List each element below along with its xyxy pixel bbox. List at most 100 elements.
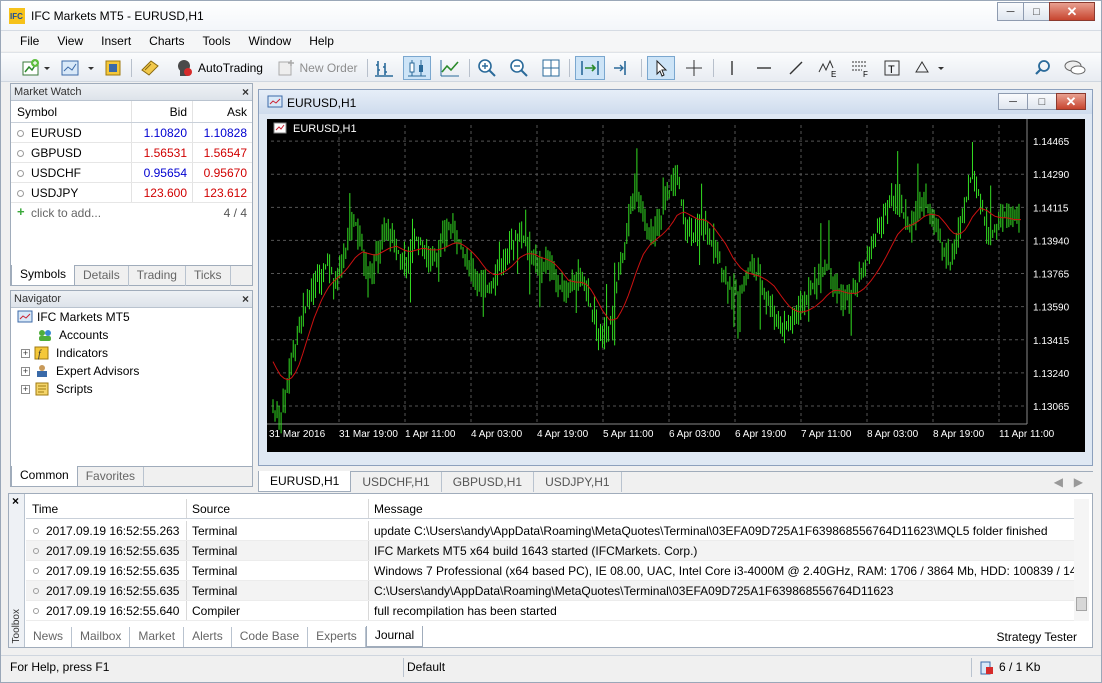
log-message: IFC Markets MT5 x64 build 1643 started (… xyxy=(374,544,698,558)
ask-value: 0.95670 xyxy=(203,166,247,180)
zoom-out-button[interactable] xyxy=(507,56,531,80)
cursor-tool-button[interactable] xyxy=(647,56,675,80)
menu-tools[interactable]: Tools xyxy=(194,31,240,51)
toolbox-close-icon[interactable]: × xyxy=(12,494,19,508)
navigator-accounts[interactable]: Accounts xyxy=(37,326,108,344)
journal-scrollbar-thumb[interactable] xyxy=(1076,597,1087,611)
chart-minimize-button[interactable]: ─ xyxy=(998,93,1028,110)
log-source: Terminal xyxy=(192,584,238,598)
new-chart-button[interactable] xyxy=(19,56,53,80)
add-symbol-row[interactable]: + click to add... 4 / 4 xyxy=(11,203,252,223)
column-bid[interactable]: Bid xyxy=(170,105,187,119)
tabs-scroll-right-icon[interactable]: ▶ xyxy=(1074,475,1083,489)
journal-header: Time Source Message xyxy=(26,499,1076,519)
close-button[interactable]: ✕ xyxy=(1049,2,1095,21)
metaeditor-button[interactable] xyxy=(137,56,163,80)
menu-charts[interactable]: Charts xyxy=(140,31,193,51)
column-message[interactable]: Message xyxy=(374,502,423,516)
chart-tab-eurusd[interactable]: EURUSD,H1 xyxy=(258,471,352,492)
expand-plus-icon[interactable]: + xyxy=(21,348,30,358)
expand-plus-icon[interactable]: + xyxy=(21,366,30,376)
time-tick-label: 31 Mar 19:00 xyxy=(339,429,398,440)
expand-plus-icon[interactable]: + xyxy=(21,384,30,394)
horizontal-line-tool[interactable] xyxy=(751,56,777,80)
navigator-close-icon[interactable]: × xyxy=(242,291,249,307)
market-watch-row-usdchf[interactable]: USDCHF 0.95654 0.95670 xyxy=(11,163,252,183)
price-tick-label: 1.13065 xyxy=(1033,402,1070,413)
chart-tab-gbpusd[interactable]: GBPUSD,H1 xyxy=(442,472,535,492)
tab-journal[interactable]: Journal xyxy=(365,626,424,647)
menu-window[interactable]: Window xyxy=(240,31,301,51)
column-symbol[interactable]: Symbol xyxy=(17,105,57,119)
navigator-scripts[interactable]: + Scripts xyxy=(21,380,93,398)
chart-tab-usdchf[interactable]: USDCHF,H1 xyxy=(351,472,442,492)
tab-market[interactable]: Market xyxy=(130,627,185,647)
menu-insert[interactable]: Insert xyxy=(92,31,140,51)
trendline-tool[interactable] xyxy=(783,56,809,80)
market-watch-panel: Market Watch × Symbol Bid Ask EURUSD 1.1… xyxy=(10,83,253,286)
tab-favorites[interactable]: Favorites xyxy=(78,467,145,487)
tab-news[interactable]: News xyxy=(25,627,73,647)
tab-experts[interactable]: Experts xyxy=(308,627,366,647)
tab-details[interactable]: Details xyxy=(75,266,129,286)
journal-row[interactable]: 2017.09.19 16:52:55.263 Terminal update … xyxy=(26,521,1076,541)
crosshair-tool-button[interactable] xyxy=(681,56,707,80)
autotrading-button[interactable]: AutoTrading xyxy=(169,56,267,80)
tab-alerts[interactable]: Alerts xyxy=(184,627,232,647)
journal-row[interactable]: 2017.09.19 16:52:55.635 Terminal Windows… xyxy=(26,561,1076,581)
market-watch-toggle[interactable] xyxy=(101,56,125,80)
column-source[interactable]: Source xyxy=(192,502,230,516)
candlestick-button[interactable] xyxy=(403,56,431,80)
menu-file[interactable]: File xyxy=(11,31,48,51)
navigator-expert-advisors[interactable]: + Expert Advisors xyxy=(21,362,139,380)
market-watch-row-gbpusd[interactable]: GBPUSD 1.56531 1.56547 xyxy=(11,143,252,163)
chart-shift-button[interactable] xyxy=(609,56,635,80)
journal-row[interactable]: 2017.09.19 16:52:55.640 Compiler full re… xyxy=(26,601,1076,621)
menu-view[interactable]: View xyxy=(48,31,92,51)
autoscroll-button[interactable] xyxy=(575,56,605,80)
chart-area[interactable]: 1.14465 1.14290 1.14115 1.13940 1.13765 1.135… xyxy=(267,119,1085,452)
navigator-indicators[interactable]: + f Indicators xyxy=(21,344,108,362)
journal-row[interactable]: 2017.09.19 16:52:55.635 Terminal IFC Mar… xyxy=(26,541,1076,561)
journal-row[interactable]: 2017.09.19 16:52:55.635 Terminal C:\User… xyxy=(26,581,1076,601)
fibonacci-tool[interactable]: F xyxy=(847,56,873,80)
market-watch-close-icon[interactable]: × xyxy=(242,84,249,100)
log-bullet-icon xyxy=(33,568,39,574)
column-ask[interactable]: Ask xyxy=(227,105,247,119)
text-tool[interactable]: T xyxy=(879,56,905,80)
maximize-button[interactable]: □ xyxy=(1023,2,1050,21)
bar-chart-button[interactable] xyxy=(371,56,397,80)
tab-symbols[interactable]: Symbols xyxy=(11,265,76,286)
zoom-in-button[interactable] xyxy=(475,56,499,80)
minimize-button[interactable]: ─ xyxy=(997,2,1024,21)
chat-button[interactable] xyxy=(1061,56,1089,80)
tab-mailbox[interactable]: Mailbox xyxy=(72,627,131,647)
search-button[interactable] xyxy=(1031,56,1055,80)
price-tick-label: 1.13590 xyxy=(1033,303,1070,314)
chart-tab-usdjpy[interactable]: USDJPY,H1 xyxy=(534,472,622,492)
new-order-icon xyxy=(278,60,295,76)
column-time[interactable]: Time xyxy=(32,502,58,516)
tile-windows-button[interactable] xyxy=(539,56,563,80)
line-chart-button[interactable] xyxy=(437,56,463,80)
menu-help[interactable]: Help xyxy=(300,31,343,51)
strategy-tester-tab[interactable]: Strategy Tester xyxy=(997,630,1077,644)
tabs-scroll-left-icon[interactable]: ◀ xyxy=(1054,475,1063,489)
vertical-line-tool[interactable] xyxy=(719,56,745,80)
tab-code-base[interactable]: Code Base xyxy=(232,627,309,647)
tab-trading[interactable]: Trading xyxy=(129,266,186,286)
elliott-wave-tool[interactable]: E xyxy=(815,56,841,80)
new-order-button[interactable]: New Order xyxy=(271,56,363,80)
navigator-root[interactable]: IFC Markets MT5 xyxy=(17,308,130,326)
tab-common[interactable]: Common xyxy=(11,466,78,487)
price-chart[interactable]: 1.14465 1.14290 1.14115 1.13940 1.13765 1.135… xyxy=(267,119,1085,452)
market-watch-row-usdjpy[interactable]: USDJPY 123.600 123.612 xyxy=(11,183,252,203)
chart-close-button[interactable]: ✕ xyxy=(1056,93,1086,110)
shapes-dropdown[interactable] xyxy=(911,56,947,80)
chart-window-icon xyxy=(267,95,283,108)
tab-ticks[interactable]: Ticks xyxy=(186,266,231,286)
journal-scrollbar[interactable] xyxy=(1074,499,1089,621)
chart-maximize-button[interactable]: □ xyxy=(1027,93,1057,110)
market-watch-row-eurusd[interactable]: EURUSD 1.10820 1.10828 xyxy=(11,123,252,143)
profiles-button[interactable] xyxy=(57,56,97,80)
